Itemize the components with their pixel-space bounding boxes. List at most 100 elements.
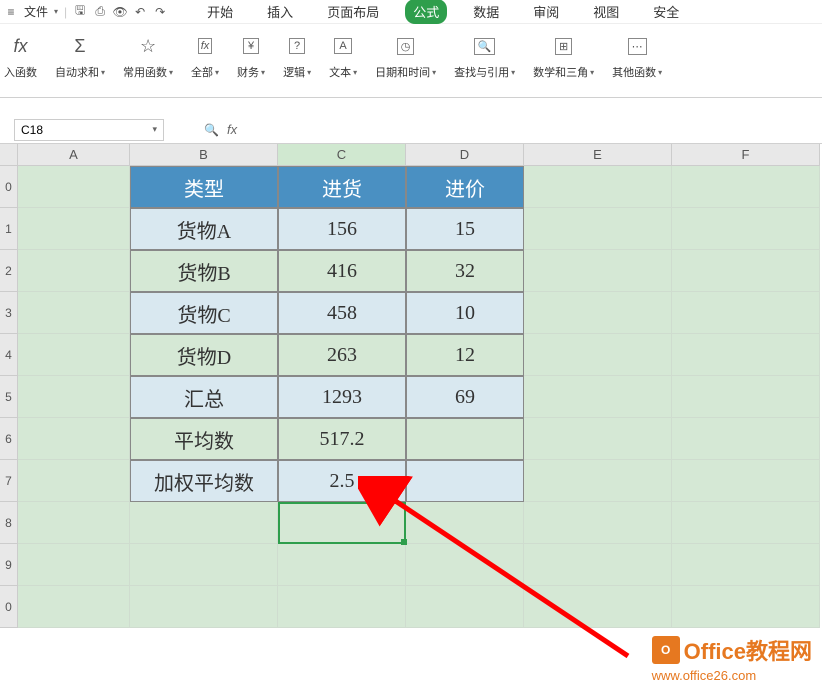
- tab-security[interactable]: 安全: [645, 0, 687, 24]
- cell[interactable]: [130, 586, 278, 628]
- cell[interactable]: [672, 544, 820, 586]
- cell[interactable]: 加权平均数: [130, 460, 278, 502]
- tab-view[interactable]: 视图: [585, 0, 627, 24]
- cell[interactable]: [672, 334, 820, 376]
- cell-header[interactable]: 进货: [278, 166, 406, 208]
- insert-function-button[interactable]: fx 入函数: [4, 32, 37, 80]
- cell[interactable]: [672, 586, 820, 628]
- lookup-button[interactable]: 🔍 查找与引用▾: [454, 32, 515, 80]
- cell[interactable]: [672, 460, 820, 502]
- preview-icon[interactable]: 👁: [113, 5, 127, 19]
- autosum-button[interactable]: Σ 自动求和▾: [55, 32, 105, 80]
- cell[interactable]: 1293: [278, 376, 406, 418]
- row-header[interactable]: 1: [0, 208, 18, 250]
- cell[interactable]: [18, 544, 130, 586]
- cell[interactable]: 货物B: [130, 250, 278, 292]
- tab-start[interactable]: 开始: [199, 0, 241, 24]
- cell[interactable]: [18, 460, 130, 502]
- magnify-icon[interactable]: 🔍: [204, 123, 219, 137]
- redo-icon[interactable]: ↷: [153, 5, 167, 19]
- cell[interactable]: [18, 376, 130, 418]
- cell[interactable]: [524, 502, 672, 544]
- cell[interactable]: [524, 418, 672, 460]
- other-functions-button[interactable]: ⋯ 其他函数▾: [612, 32, 662, 80]
- col-header-c[interactable]: C: [278, 144, 406, 166]
- cell[interactable]: 货物D: [130, 334, 278, 376]
- cell[interactable]: 156: [278, 208, 406, 250]
- cell[interactable]: [672, 376, 820, 418]
- tab-insert[interactable]: 插入: [259, 0, 301, 24]
- cell[interactable]: [18, 208, 130, 250]
- cell[interactable]: 15: [406, 208, 524, 250]
- row-header[interactable]: 4: [0, 334, 18, 376]
- cell[interactable]: [278, 502, 406, 544]
- cell[interactable]: [524, 376, 672, 418]
- col-header-f[interactable]: F: [672, 144, 820, 166]
- datetime-button[interactable]: ◷ 日期和时间▾: [375, 32, 436, 80]
- logical-button[interactable]: ? 逻辑▾: [283, 32, 311, 80]
- cell[interactable]: 458: [278, 292, 406, 334]
- cell[interactable]: [130, 502, 278, 544]
- cell[interactable]: [524, 586, 672, 628]
- cell[interactable]: [672, 166, 820, 208]
- cell-header[interactable]: 类型: [130, 166, 278, 208]
- row-header[interactable]: 5: [0, 376, 18, 418]
- cell[interactable]: [524, 208, 672, 250]
- cell[interactable]: 平均数: [130, 418, 278, 460]
- cell[interactable]: [524, 250, 672, 292]
- row-header[interactable]: 9: [0, 544, 18, 586]
- row-header[interactable]: 0: [0, 586, 18, 628]
- cell[interactable]: [524, 292, 672, 334]
- cell[interactable]: [406, 502, 524, 544]
- common-functions-button[interactable]: ☆ 常用函数▾: [123, 32, 173, 80]
- cell[interactable]: 517.2: [278, 418, 406, 460]
- cell[interactable]: 69: [406, 376, 524, 418]
- math-button[interactable]: ⊞ 数学和三角▾: [533, 32, 594, 80]
- cell[interactable]: [18, 292, 130, 334]
- cell-header[interactable]: 进价: [406, 166, 524, 208]
- all-functions-button[interactable]: fx 全部▾: [191, 32, 219, 80]
- col-header-e[interactable]: E: [524, 144, 672, 166]
- text-button[interactable]: A 文本▾: [329, 32, 357, 80]
- col-header-a[interactable]: A: [18, 144, 130, 166]
- fx-label-icon[interactable]: fx: [227, 122, 237, 137]
- cell[interactable]: 汇总: [130, 376, 278, 418]
- cell[interactable]: [672, 250, 820, 292]
- cell[interactable]: [278, 544, 406, 586]
- cell[interactable]: [130, 544, 278, 586]
- tab-data[interactable]: 数据: [465, 0, 507, 24]
- col-header-d[interactable]: D: [406, 144, 524, 166]
- menu-icon[interactable]: ≡: [4, 5, 18, 19]
- file-menu[interactable]: 文件: [24, 3, 48, 20]
- name-box[interactable]: C18 ▾: [14, 119, 164, 141]
- cell[interactable]: [672, 418, 820, 460]
- tab-review[interactable]: 审阅: [525, 0, 567, 24]
- formula-input[interactable]: [245, 119, 822, 141]
- cell[interactable]: [18, 166, 130, 208]
- col-header-b[interactable]: B: [130, 144, 278, 166]
- row-header[interactable]: 2: [0, 250, 18, 292]
- cell[interactable]: 2.5: [278, 460, 406, 502]
- cells-area[interactable]: 类型 进货 进价 货物A 156 15 货物B 416 32: [18, 166, 820, 628]
- tab-formula[interactable]: 公式: [405, 0, 447, 24]
- cell[interactable]: [524, 544, 672, 586]
- row-header[interactable]: 6: [0, 418, 18, 460]
- cell[interactable]: [524, 460, 672, 502]
- cell[interactable]: [406, 460, 524, 502]
- cell[interactable]: 10: [406, 292, 524, 334]
- row-header[interactable]: 3: [0, 292, 18, 334]
- print-icon[interactable]: ⎙: [93, 5, 107, 19]
- row-header[interactable]: 8: [0, 502, 18, 544]
- cell[interactable]: [524, 334, 672, 376]
- cell[interactable]: [406, 544, 524, 586]
- cell[interactable]: [18, 334, 130, 376]
- undo-icon[interactable]: ↶: [133, 5, 147, 19]
- cell[interactable]: 32: [406, 250, 524, 292]
- cell[interactable]: 货物A: [130, 208, 278, 250]
- cell[interactable]: [18, 586, 130, 628]
- cell[interactable]: [278, 586, 406, 628]
- cell[interactable]: [18, 250, 130, 292]
- cell[interactable]: 12: [406, 334, 524, 376]
- cell[interactable]: [672, 208, 820, 250]
- save-icon[interactable]: 🖫: [73, 5, 87, 19]
